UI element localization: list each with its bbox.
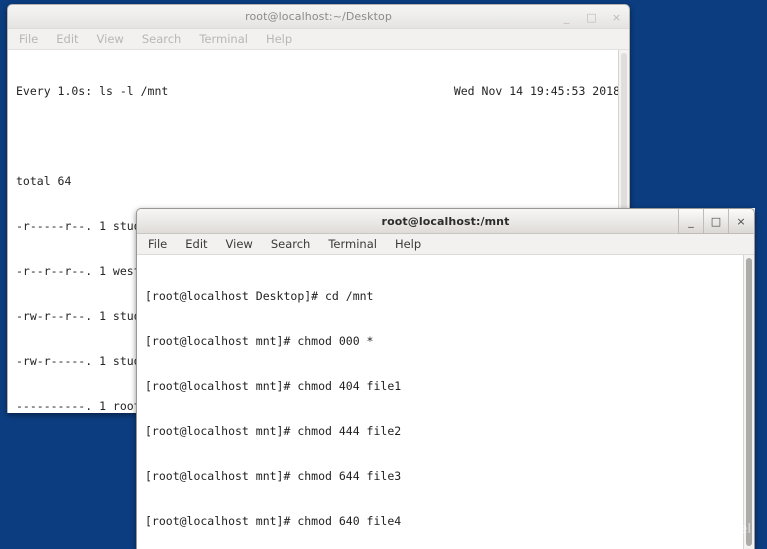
window-title-mnt: root@localhost:/mnt bbox=[381, 214, 510, 228]
shell-line: [root@localhost mnt]# chmod 444 file2 bbox=[145, 424, 402, 438]
window-controls-mnt: _ □ × bbox=[678, 209, 753, 234]
terminal-window-mnt[interactable]: root@localhost:/mnt _ □ × File Edit View… bbox=[136, 208, 755, 549]
terminal-body-mnt[interactable]: [root@localhost Desktop]# cd /mnt [root@… bbox=[137, 255, 754, 549]
menubar-mnt: File Edit View Search Terminal Help bbox=[137, 234, 754, 255]
scrollbar-mnt[interactable] bbox=[743, 255, 754, 549]
menu-item-search[interactable]: Search bbox=[140, 31, 184, 47]
menu-item-help[interactable]: Help bbox=[264, 31, 294, 47]
terminal-output-mnt: [root@localhost Desktop]# cd /mnt [root@… bbox=[137, 255, 743, 549]
menu-item-edit[interactable]: Edit bbox=[183, 236, 209, 252]
shell-line: [root@localhost mnt]# chmod 000 * bbox=[145, 334, 374, 348]
window-controls-desktop: _ □ × bbox=[554, 5, 629, 29]
window-title-desktop: root@localhost:~/Desktop bbox=[245, 10, 392, 23]
scrollbar-thumb-mnt[interactable] bbox=[746, 258, 752, 547]
menu-item-view[interactable]: View bbox=[95, 31, 126, 47]
listing-total: total 64 bbox=[16, 174, 72, 188]
desktop-wallpaper-right bbox=[634, 0, 767, 208]
menu-item-terminal[interactable]: Terminal bbox=[326, 236, 379, 252]
watch-command: Every 1.0s: ls -l /mnt bbox=[16, 84, 169, 98]
titlebar-mnt[interactable]: root@localhost:/mnt _ □ × bbox=[137, 209, 754, 234]
close-button-mnt[interactable]: × bbox=[728, 209, 753, 234]
menu-item-help[interactable]: Help bbox=[393, 236, 423, 252]
menu-item-terminal[interactable]: Terminal bbox=[197, 31, 250, 47]
menu-item-edit[interactable]: Edit bbox=[54, 31, 80, 47]
watch-timestamp: Wed Nov 14 19:45:53 2018 bbox=[453, 84, 618, 98]
menu-item-view[interactable]: View bbox=[224, 236, 255, 252]
minimize-button-desktop[interactable]: _ bbox=[554, 5, 579, 29]
shell-line: [root@localhost mnt]# chmod 404 file1 bbox=[145, 379, 402, 393]
maximize-button-mnt[interactable]: □ bbox=[703, 209, 728, 234]
minimize-button-mnt[interactable]: _ bbox=[678, 209, 703, 234]
close-button-desktop[interactable]: × bbox=[604, 5, 629, 29]
menu-item-file[interactable]: File bbox=[146, 236, 169, 252]
watch-header: Every 1.0s: ls -l /mnt Wed Nov 14 19:45:… bbox=[16, 84, 618, 99]
maximize-button-desktop[interactable]: □ bbox=[579, 5, 604, 29]
shell-line: [root@localhost mnt]# chmod 640 file4 bbox=[145, 514, 402, 528]
menu-item-file[interactable]: File bbox=[17, 31, 40, 47]
titlebar-desktop[interactable]: root@localhost:~/Desktop _ □ × bbox=[8, 5, 629, 29]
shell-line: [root@localhost Desktop]# cd /mnt bbox=[145, 289, 374, 303]
desktop-wallpaper-strip bbox=[755, 208, 767, 549]
shell-line: [root@localhost mnt]# chmod 644 file3 bbox=[145, 469, 402, 483]
menubar-desktop: File Edit View Search Terminal Help bbox=[8, 29, 629, 50]
menu-item-search[interactable]: Search bbox=[269, 236, 313, 252]
